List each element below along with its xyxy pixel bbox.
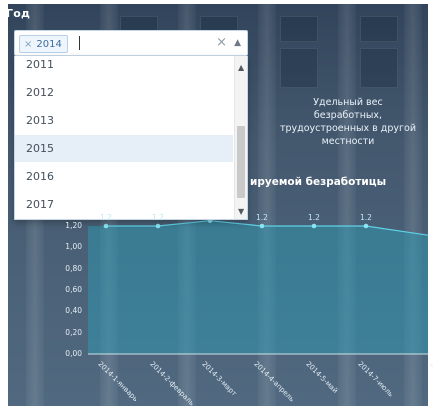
data-point-marker bbox=[155, 223, 161, 229]
chart-annotation-line: Удельный вес bbox=[313, 97, 383, 108]
data-label: 1.2 bbox=[152, 213, 164, 222]
chart-title: ируемой безработицы bbox=[250, 176, 387, 188]
x-tick-label: 2014-8 bbox=[428, 360, 433, 384]
selected-year-tag-label: 2014 bbox=[36, 38, 62, 50]
chart-annotation-line: трудоустроенных в другой bbox=[279, 123, 416, 134]
data-label: 1.2 bbox=[256, 213, 268, 222]
chart-annotation: Удельный вес безработных, трудоустроенны… bbox=[268, 96, 428, 148]
y-tick-label: 1,00 bbox=[65, 242, 82, 252]
dropdown-option-2011[interactable]: 2011 bbox=[15, 56, 233, 78]
dropdown-scrollbar[interactable]: ▲ ▼ bbox=[234, 56, 247, 219]
data-point-marker bbox=[363, 223, 369, 229]
data-label: 1.2 bbox=[308, 213, 320, 222]
chart-annotation-line: безработных, bbox=[313, 110, 383, 121]
year-dropdown-list: 2011 2012 2013 2015 2016 2017 ▲ ▼ bbox=[14, 56, 248, 220]
year-multiselect[interactable]: × 2014 × ▲ bbox=[14, 30, 248, 56]
chart-area-fill bbox=[88, 220, 428, 354]
y-tick-label: 0,80 bbox=[65, 263, 82, 273]
data-point-marker bbox=[311, 223, 317, 229]
y-tick-label: 0,40 bbox=[65, 306, 82, 316]
data-point-marker bbox=[259, 223, 265, 229]
y-tick-label: 0,60 bbox=[65, 285, 82, 294]
remove-tag-icon[interactable]: × bbox=[24, 39, 32, 50]
year-filter-label: Год bbox=[6, 7, 31, 20]
selected-year-tag[interactable]: × 2014 bbox=[19, 35, 68, 53]
scroll-up-icon[interactable]: ▲ bbox=[238, 63, 244, 72]
y-tick-label: 0,00 bbox=[65, 349, 82, 358]
y-tick-label: 1,20 bbox=[65, 221, 82, 230]
chart-annotation-line: местности bbox=[321, 136, 375, 147]
collapse-dropdown-icon[interactable]: ▲ bbox=[234, 38, 241, 48]
dropdown-option-2015[interactable]: 2015 bbox=[15, 135, 233, 162]
dropdown-option-2017[interactable]: 2017 bbox=[15, 191, 233, 218]
scroll-down-icon[interactable]: ▼ bbox=[238, 207, 244, 216]
dropdown-option-2012[interactable]: 2012 bbox=[15, 79, 233, 106]
dropdown-option-2016[interactable]: 2016 bbox=[15, 163, 233, 190]
dropdown-option-2013[interactable]: 2013 bbox=[15, 107, 233, 134]
y-tick-label: 0,20 bbox=[65, 327, 82, 337]
data-label: 1.2 bbox=[100, 213, 112, 222]
data-label: 1.2 bbox=[360, 213, 372, 222]
scrollbar-thumb[interactable] bbox=[237, 126, 245, 198]
text-caret bbox=[79, 36, 80, 50]
clear-all-icon[interactable]: × bbox=[216, 36, 227, 50]
data-point-marker bbox=[103, 223, 109, 229]
